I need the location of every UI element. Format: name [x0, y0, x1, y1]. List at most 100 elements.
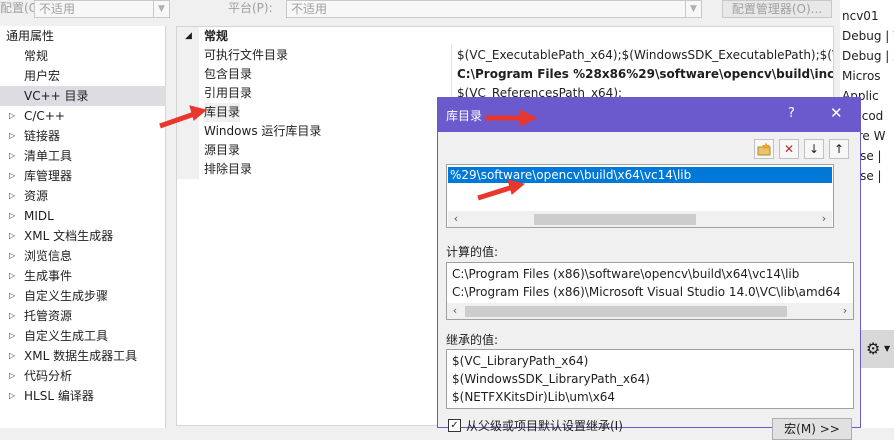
expand-arrow-icon[interactable]: ▷ — [9, 186, 15, 206]
new-line-button[interactable] — [754, 139, 774, 159]
right-window-line: ncv01 — [842, 9, 879, 23]
tree-item-label: 通用属性 — [6, 29, 55, 43]
scroll-right-icon[interactable]: › — [837, 303, 853, 319]
tree-item[interactable]: ▷ MIDL — [0, 206, 166, 226]
chevron-down-icon[interactable]: ▼ — [884, 344, 890, 353]
expand-arrow-icon[interactable]: ▷ — [9, 306, 15, 326]
expand-arrow-icon[interactable]: ▷ — [9, 386, 15, 406]
grid-section-title: 常规 — [204, 29, 229, 43]
tree-item-label: MIDL — [24, 209, 54, 223]
tree-item[interactable]: ▷ 自定义生成步骤 — [0, 286, 166, 306]
platform-select[interactable]: 不适用 ▼ — [286, 0, 702, 18]
tree-item[interactable]: 常规 — [0, 46, 166, 66]
computed-value-line: C:\Program Files (x86)\Microsoft Visual … — [452, 285, 841, 299]
close-icon[interactable]: ✕ — [830, 104, 843, 122]
tree-item[interactable]: ▷ C/C++ — [0, 106, 166, 126]
tree-item-label: XML 文档生成器 — [24, 229, 114, 243]
tree-item[interactable]: 通用属性 — [0, 26, 166, 46]
arrow-up-icon: ↑ — [833, 142, 845, 156]
scroll-thumb[interactable] — [465, 306, 787, 317]
expand-arrow-icon[interactable]: ▷ — [9, 346, 15, 366]
tree-item-label: C/C++ — [24, 109, 65, 123]
dialog-title-bar[interactable]: 库目录 ? ✕ — [438, 98, 860, 132]
tree-item-label: 资源 — [24, 189, 49, 203]
chevron-down-icon: ▼ — [685, 1, 701, 17]
tree-item[interactable]: ▷ XML 文档生成器 — [0, 226, 166, 246]
property-row[interactable]: 包含目录 C:\Program Files %28x86%29\software\… — [177, 65, 833, 84]
config-manager-button[interactable]: 配置管理器(O)... — [722, 0, 832, 18]
expand-arrow-icon[interactable]: ▷ — [9, 326, 15, 346]
expand-arrow-icon[interactable]: ▷ — [9, 126, 15, 146]
expand-arrow-icon[interactable]: ▷ — [9, 206, 15, 226]
property-name: Windows 运行库目录 — [204, 124, 322, 138]
tree-item[interactable]: ▷ 代码分析 — [0, 366, 166, 386]
expand-arrow-icon[interactable]: ▷ — [9, 146, 15, 166]
delete-line-button[interactable]: ✕ — [779, 139, 799, 159]
expand-arrow-icon[interactable]: ▷ — [9, 246, 15, 266]
move-down-button[interactable]: ↓ — [804, 139, 824, 159]
property-name: 可执行文件目录 — [204, 48, 289, 62]
inherit-checkbox-label[interactable]: 从父级或项目默认设置继承(I) — [466, 417, 623, 434]
tree-item[interactable]: ▷ 浏览信息 — [0, 246, 166, 266]
computed-horizontal-scrollbar[interactable]: ‹ › — [447, 303, 853, 319]
tree-item[interactable]: ▷ 自定义生成工具 — [0, 326, 166, 346]
scroll-right-icon[interactable]: › — [816, 211, 832, 227]
property-row[interactable]: 可执行文件目录 $(VC_ExecutablePath_x64);$(Window… — [177, 46, 833, 65]
scroll-left-icon[interactable]: ‹ — [448, 211, 464, 227]
delete-icon: ✕ — [783, 142, 795, 156]
tree-item[interactable]: ▷ 清单工具 — [0, 146, 166, 166]
expand-arrow-icon[interactable]: ▷ — [9, 226, 15, 246]
grid-gutter — [177, 141, 199, 160]
property-name: 包含目录 — [204, 67, 253, 81]
scroll-left-icon[interactable]: ‹ — [447, 303, 463, 319]
inherited-values-label: 继承的值: — [446, 333, 499, 347]
gear-icon[interactable]: ⚙ — [866, 339, 880, 358]
tree-item[interactable]: ▷ 库管理器 — [0, 166, 166, 186]
grid-gutter — [177, 122, 199, 141]
edit-horizontal-scrollbar[interactable]: ‹ › — [448, 211, 832, 227]
tree-item[interactable]: VC++ 目录 — [0, 86, 166, 106]
tree-item[interactable]: ▷ HLSL 编译器 — [0, 386, 166, 406]
property-name: 引用目录 — [204, 86, 253, 100]
collapse-icon[interactable]: ◢ — [185, 27, 192, 46]
inherit-checkbox[interactable]: ✓ — [448, 419, 461, 432]
tree-item-label: XML 数据生成器工具 — [24, 349, 138, 363]
computed-values-list: C:\Program Files (x86)\software\opencv\b… — [446, 262, 854, 320]
help-icon[interactable]: ? — [788, 106, 795, 121]
arrow-down-icon: ↓ — [808, 142, 820, 156]
computed-values-label: 计算的值: — [446, 245, 499, 259]
macros-button[interactable]: 宏(M) >> — [772, 418, 852, 440]
tree-item-label: 代码分析 — [24, 369, 73, 383]
grid-gutter — [177, 160, 199, 179]
tree-item[interactable]: ▷ 生成事件 — [0, 266, 166, 286]
inherited-value-line: $(VC_LibraryPath_x64) — [452, 354, 589, 368]
tree-item-label: VC++ 目录 — [24, 89, 89, 103]
inherited-value-line: $(NETFXKitsDir)Lib\um\x64 — [452, 390, 616, 404]
property-value[interactable]: C:\Program Files %28x86%29\software\open… — [457, 65, 833, 84]
tree-item-label: 浏览信息 — [24, 249, 73, 263]
tree-item[interactable]: ▷ 资源 — [0, 186, 166, 206]
directory-edit-line[interactable]: %29\software\opencv\build\x64\vc14\lib — [448, 167, 832, 183]
tree-item-label: 生成事件 — [24, 269, 73, 283]
tree-item-label: HLSL 编译器 — [24, 389, 94, 403]
tree-item[interactable]: 用户宏 — [0, 66, 166, 86]
expand-arrow-icon[interactable]: ▷ — [9, 106, 15, 126]
tree-item[interactable]: ▷ 链接器 — [0, 126, 166, 146]
tree-item-label: 托管资源 — [24, 309, 73, 323]
expand-arrow-icon[interactable]: ▷ — [9, 366, 15, 386]
platform-value: 不适用 — [291, 2, 328, 16]
scroll-thumb[interactable] — [534, 214, 696, 225]
grid-gutter — [177, 46, 199, 65]
right-window-line: Micros — [842, 69, 881, 83]
config-select[interactable]: 不适用 ▼ — [34, 0, 170, 18]
expand-arrow-icon[interactable]: ▷ — [9, 266, 15, 286]
tree-item[interactable]: ▷ XML 数据生成器工具 — [0, 346, 166, 366]
expand-arrow-icon[interactable]: ▷ — [9, 286, 15, 306]
property-value[interactable]: $(VC_ExecutablePath_x64);$(WindowsSDK_Ex… — [457, 46, 833, 65]
expand-arrow-icon[interactable]: ▷ — [9, 166, 15, 186]
move-up-button[interactable]: ↑ — [829, 139, 849, 159]
directory-edit-list[interactable]: %29\software\opencv\build\x64\vc14\lib ‹… — [446, 164, 834, 228]
inherited-values-list: $(VC_LibraryPath_x64) $(WindowsSDK_Libra… — [446, 349, 854, 409]
grid-section-header[interactable]: ◢ 常规 — [177, 27, 833, 46]
tree-item[interactable]: ▷ 托管资源 — [0, 306, 166, 326]
